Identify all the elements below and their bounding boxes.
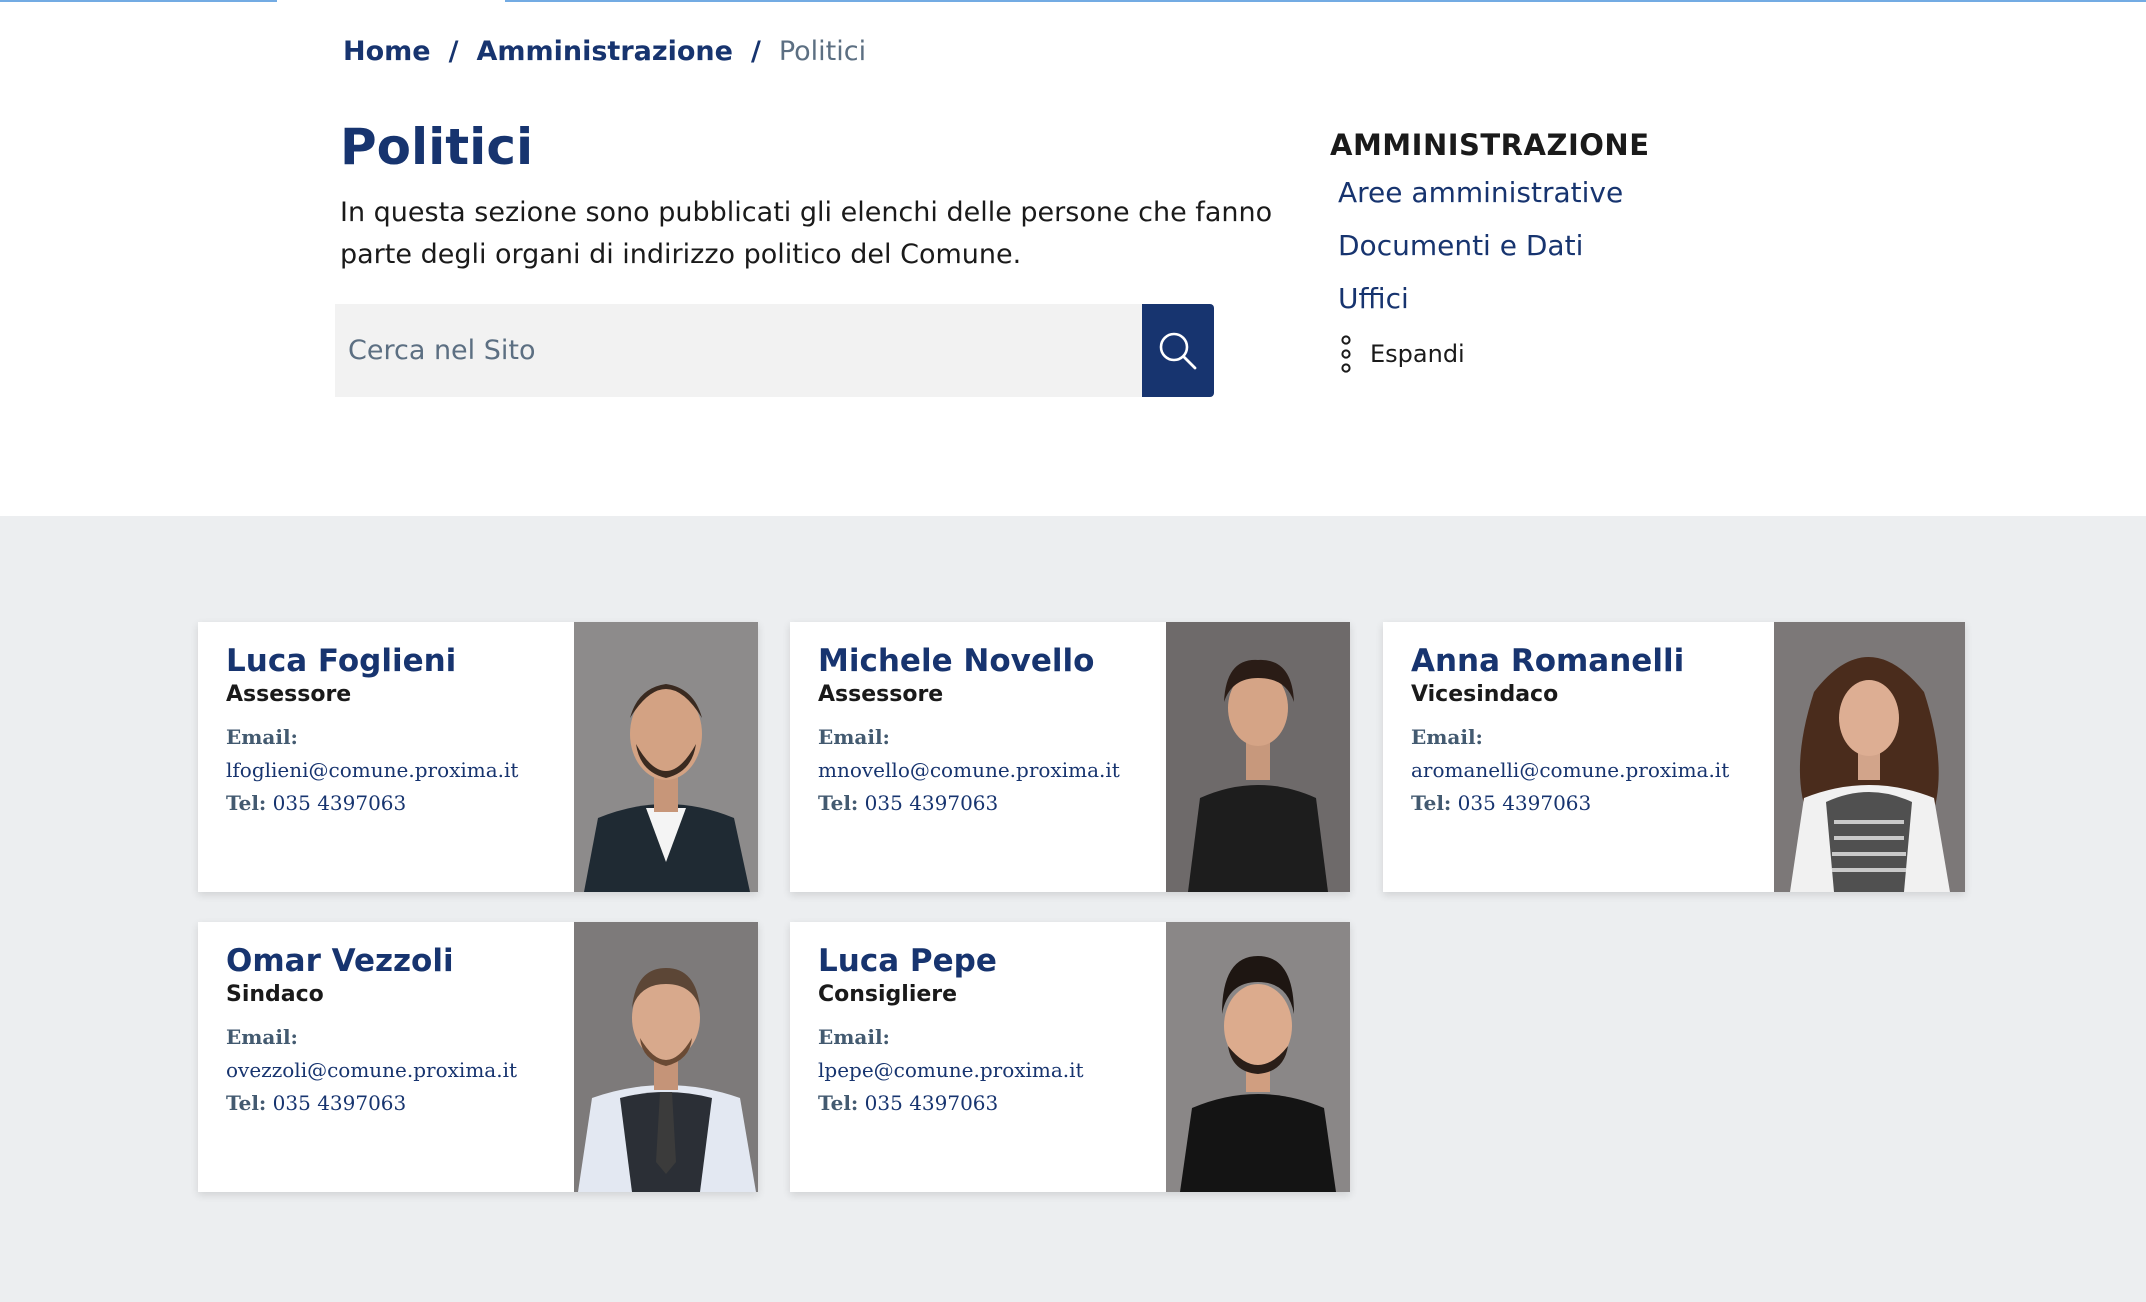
sidebar-title: AMMINISTRAZIONE <box>1330 128 1650 162</box>
tel-label: Tel: <box>818 791 859 815</box>
page-title: Politici <box>340 118 534 176</box>
person-photo <box>1166 622 1350 892</box>
more-vertical-icon <box>1341 335 1351 373</box>
search-input[interactable] <box>335 304 1142 397</box>
tel-value: 035 4397063 <box>864 1091 999 1115</box>
person-card: Anna Romanelli Vicesindaco Email: aroman… <box>1383 622 1965 892</box>
person-name-link[interactable]: Omar Vezzoli <box>226 940 566 982</box>
search-icon <box>1159 332 1197 369</box>
tel-label: Tel: <box>1411 791 1452 815</box>
sidebar-link-documenti-e-dati[interactable]: Documenti e Dati <box>1338 229 1650 262</box>
search-form <box>335 304 1214 397</box>
search-button[interactable] <box>1142 304 1214 397</box>
email-link[interactable]: ovezzoli@comune.proxima.it <box>226 1054 566 1087</box>
person-card: Luca Foglieni Assessore Email: lfoglieni… <box>198 622 758 892</box>
tel-label: Tel: <box>226 1091 267 1115</box>
person-card: Omar Vezzoli Sindaco Email: ovezzoli@com… <box>198 922 758 1192</box>
breadcrumb-home-link[interactable]: Home <box>343 36 431 67</box>
person-photo <box>574 922 758 1192</box>
person-role: Vicesindaco <box>1411 682 1559 707</box>
person-photo <box>574 622 758 892</box>
person-role: Assessore <box>226 682 352 707</box>
sidebar-link-uffici[interactable]: Uffici <box>1338 282 1650 315</box>
email-label: Email: <box>818 725 890 749</box>
email-label: Email: <box>818 1025 890 1049</box>
person-card: Luca Pepe Consigliere Email: lpepe@comun… <box>790 922 1350 1192</box>
expand-button[interactable]: Espandi <box>1340 335 1650 373</box>
expand-label: Espandi <box>1370 340 1465 368</box>
person-photo <box>1774 622 1965 892</box>
breadcrumb: Home / Amministrazione / Politici <box>343 36 866 67</box>
breadcrumb-current: Politici <box>778 36 867 67</box>
breadcrumb-separator: / <box>448 36 459 67</box>
email-label: Email: <box>226 1025 298 1049</box>
sidebar-link-aree-amministrative[interactable]: Aree amministrative <box>1338 176 1650 209</box>
person-role: Consigliere <box>818 982 958 1007</box>
tel-value: 035 4397063 <box>272 1091 407 1115</box>
email-label: Email: <box>1411 725 1483 749</box>
tel-label: Tel: <box>226 791 267 815</box>
breadcrumb-amministrazione-link[interactable]: Amministrazione <box>476 36 732 67</box>
page-description: In questa sezione sono pubblicati gli el… <box>340 197 1273 270</box>
tel-label: Tel: <box>818 1091 859 1115</box>
email-label: Email: <box>226 725 298 749</box>
person-role: Assessore <box>818 682 944 707</box>
person-name-link[interactable]: Anna Romanelli <box>1411 640 1751 682</box>
person-name-link[interactable]: Luca Foglieni <box>226 640 566 682</box>
email-link[interactable]: lfoglieni@comune.proxima.it <box>226 754 566 787</box>
breadcrumb-separator: / <box>750 36 761 67</box>
email-link[interactable]: aromanelli@comune.proxima.it <box>1411 754 1751 787</box>
person-name-link[interactable]: Luca Pepe <box>818 940 1158 982</box>
person-role: Sindaco <box>226 982 324 1007</box>
person-name-link[interactable]: Michele Novello <box>818 640 1158 682</box>
active-tab-indicator <box>277 0 505 3</box>
person-photo <box>1166 922 1350 1192</box>
person-card: Michele Novello Assessore Email: mnovell… <box>790 622 1350 892</box>
email-link[interactable]: mnovello@comune.proxima.it <box>818 754 1158 787</box>
tel-value: 035 4397063 <box>1457 791 1592 815</box>
email-link[interactable]: lpepe@comune.proxima.it <box>818 1054 1158 1087</box>
sidebar-nav: AMMINISTRAZIONE Aree amministrative Docu… <box>1330 128 1650 373</box>
tel-value: 035 4397063 <box>272 791 407 815</box>
tel-value: 035 4397063 <box>864 791 999 815</box>
